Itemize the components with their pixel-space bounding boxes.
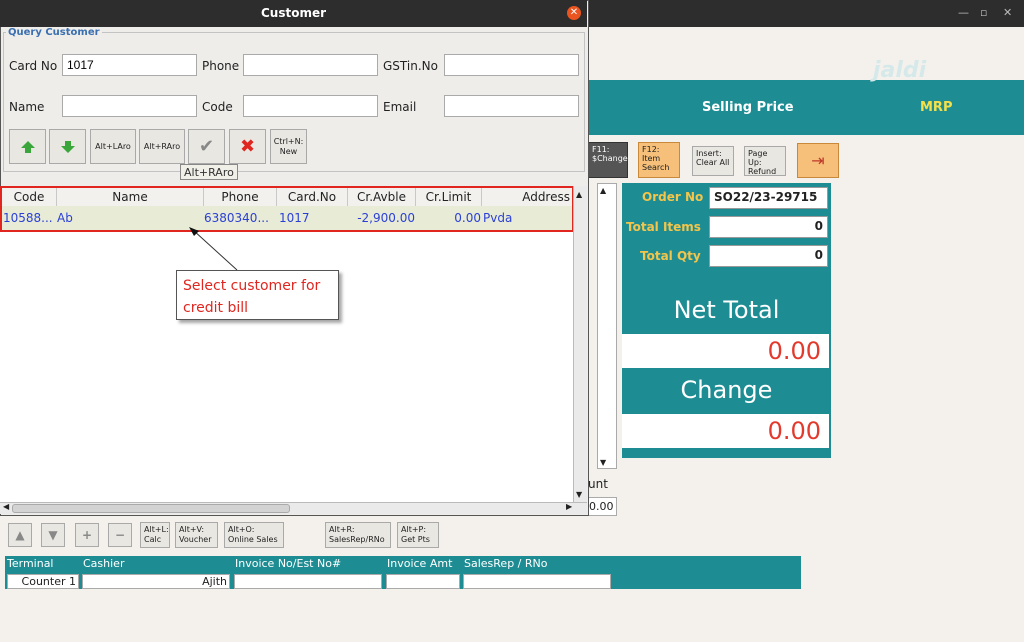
items-scrollbar[interactable] [597,183,617,469]
terminal-header: Terminal [7,557,54,570]
minimize-icon[interactable]: — [958,6,969,19]
salesrep-value [463,574,611,589]
scroll-down-icon[interactable]: ▼ [600,458,606,467]
gstin-label: GSTin.No [383,59,438,73]
arrow-up-icon [20,140,35,153]
code-input[interactable] [243,95,378,117]
tooltip: Alt+RAro [180,164,238,180]
order-no-value: SO22/23-29715 [709,187,828,209]
new-customer-button[interactable]: Ctrl+N: New [270,129,307,164]
name-input[interactable] [62,95,197,117]
amount-partial-label: unt [588,477,608,491]
query-customer-legend: Query Customer [6,27,102,38]
card-no-label: Card No [9,59,58,73]
calc-button[interactable]: Alt+L: Calc [140,522,170,548]
get-points-button[interactable]: Alt+P: Get Pts [397,522,439,548]
clear-all-button[interactable]: Insert: Clear All [692,146,734,176]
remove-icon[interactable]: − [108,523,132,547]
alt-left-arrow-label: Alt+LAro [95,141,131,151]
total-qty-value: 0 [709,245,828,267]
scroll-up-icon[interactable]: ▲ [600,186,606,195]
gstin-input[interactable] [444,54,579,76]
net-total-label: Net Total [673,296,780,324]
arrow-up-button[interactable] [9,129,46,164]
close-window-icon[interactable]: ✕ [1003,6,1012,19]
maximize-icon[interactable]: ▫ [980,6,987,19]
invoice-no-value [234,574,382,589]
mrp-header: MRP [920,100,953,115]
brand-logo: jaldi [873,58,927,83]
total-items-label: Total Items [626,220,701,234]
total-qty-label: Total Qty [640,249,701,263]
horizontal-scroll-thumb[interactable] [12,504,290,513]
cancel-icon[interactable]: ✖ [229,129,266,164]
email-input[interactable] [444,95,579,117]
alt-right-arrow-label: Alt+RAro [143,141,181,151]
arrow-down-icon [60,140,75,153]
voucher-button[interactable]: Alt+V: Voucher [175,522,218,548]
scroll-left-icon[interactable]: ◀ [3,502,9,511]
terminal-value: Counter 1 [7,574,79,589]
phone-input[interactable] [243,54,378,76]
add-icon[interactable]: + [75,523,99,547]
change-button[interactable]: F11: $Change [588,142,628,178]
invoice-no-header: Invoice No/Est No# [235,557,342,570]
price-header-bar [589,80,1024,135]
salesrep-header: SalesRep / RNo [464,557,548,570]
exit-icon[interactable]: ⇥ [797,143,839,178]
arrow-down-button[interactable] [49,129,86,164]
email-label: Email [383,100,417,114]
name-label: Name [9,100,45,114]
callout-note: Select customer for credit bill [176,270,339,320]
customer-table [0,186,573,502]
new-customer-label: Ctrl+N: New [273,136,304,156]
dialog-title: Customer [0,0,587,27]
move-up-icon[interactable]: ▲ [8,523,32,547]
move-down-icon[interactable]: ▼ [41,523,65,547]
order-no-label: Order No [642,190,704,204]
highlight-box [0,186,574,232]
code-label: Code [202,100,233,114]
scroll-right-icon[interactable]: ▶ [566,502,572,511]
item-search-button[interactable]: F12: Item Search [638,142,680,178]
phone-label: Phone [202,59,240,73]
table-vertical-scrollbar[interactable] [573,186,587,502]
amount-partial-value: 0.00 [586,497,617,516]
alt-right-arrow-button[interactable]: Alt+RAro [139,129,185,164]
close-icon[interactable]: ✕ [567,6,581,20]
change-label: Change [680,376,773,404]
table-scroll-up-icon[interactable]: ▲ [576,190,582,199]
table-scroll-down-icon[interactable]: ▼ [576,490,582,499]
net-total-value: 0.00 [622,334,829,368]
selling-price-header: Selling Price [702,100,794,115]
callout-arrow-icon [189,227,238,271]
alt-left-arrow-button[interactable]: Alt+LAro [90,129,136,164]
cashier-value: Ajith [82,574,230,589]
total-items-value: 0 [709,216,828,238]
card-no-input[interactable] [62,54,197,76]
refund-button[interactable]: Page Up: Refund [744,146,786,176]
change-value: 0.00 [622,414,829,448]
online-sales-button[interactable]: Alt+O: Online Sales [224,522,284,548]
salesrep-button[interactable]: Alt+R: SalesRep/RNo [325,522,391,548]
cashier-header: Cashier [83,557,125,570]
check-icon[interactable]: ✔ [188,129,225,164]
invoice-amt-header: Invoice Amt [387,557,453,570]
invoice-amt-value [386,574,460,589]
